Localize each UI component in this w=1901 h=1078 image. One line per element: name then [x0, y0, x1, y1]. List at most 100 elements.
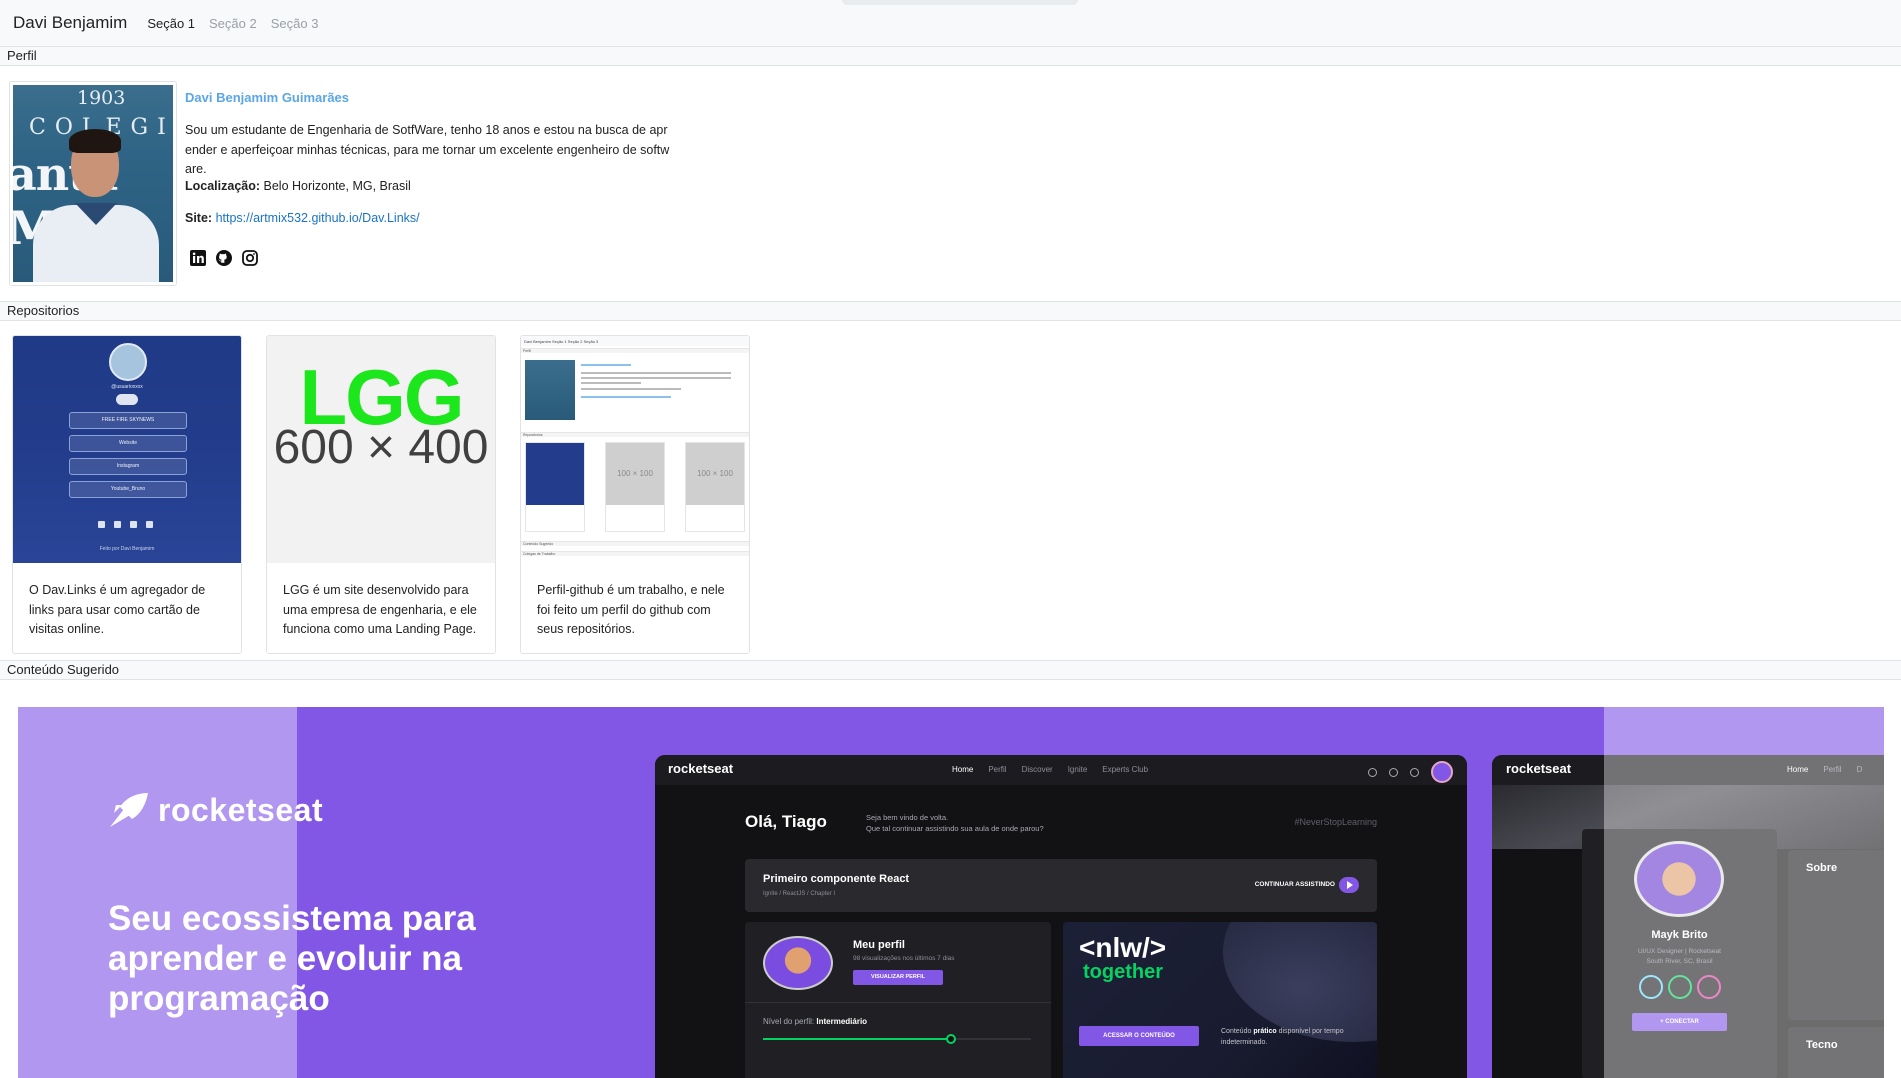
dashboard-welcome: Seja bem vindo de volta. Que tal continu… [866, 812, 1044, 834]
dashboard-nav-discover: Discover [1021, 765, 1053, 774]
thumb-mini-card [525, 442, 585, 532]
thumb-toggle [116, 394, 138, 405]
suggested-carousel[interactable]: rocketseat Seu ecossistema para aprender… [18, 707, 1884, 1078]
thumb-link-button: Instagram [69, 458, 187, 475]
thumb-link-button: Youtube_Bruno [69, 481, 187, 498]
instagram-icon[interactable] [241, 249, 258, 266]
thumb-mini-header: Colegas de Trabalho [521, 551, 749, 556]
section-header-perfil: Perfil [0, 46, 1901, 66]
thumb-link-button: FREE FIRE SKYNEWS [69, 412, 187, 429]
play-icon [1339, 877, 1359, 893]
thumb-icon [130, 521, 137, 528]
thumb-mini-header: Conteúdo Sugerido [521, 541, 749, 546]
profile-location: Localização: Belo Horizonte, MG, Brasil [185, 179, 411, 193]
nav-link-secao-1[interactable]: Seção 1 [147, 16, 195, 31]
search-icon [1368, 767, 1377, 777]
planet-graphic [1223, 922, 1377, 1042]
dashboard-nav-home: Home [952, 765, 974, 774]
dashboard-preview: rocketseat Home Perfil Discover Ignite E… [655, 755, 1467, 1078]
thumb-mini-placeholder: 100 × 100 [606, 443, 664, 505]
thumb-mini-nav: Davi Benjamim Seção 1 Seção 2 Seção 3 [521, 336, 749, 346]
carousel-next-control[interactable] [1604, 707, 1884, 1078]
profile-preview-logo: rocketseat [1506, 761, 1572, 776]
thumb-mini-line [581, 388, 681, 390]
profile-photo: 1903 COLEGIO anta Mar [9, 81, 177, 286]
repo-card-perfil-github[interactable]: Davi Benjamim Seção 1 Seção 2 Seção 3 Pe… [520, 335, 750, 654]
photo-year: 1903 [77, 87, 126, 109]
course-title: Primeiro componente React [763, 873, 910, 885]
repo-card-description: Perfil-github é um trabalho, e nele foi … [537, 583, 725, 636]
thumb-social-icons [98, 521, 153, 528]
nav-link-secao-2[interactable]: Seção 2 [209, 16, 257, 31]
access-content-button: ACESSAR O CONTEÚDO [1079, 1026, 1199, 1046]
navbar-brand[interactable]: Davi Benjamim [13, 13, 127, 33]
level-progress-fill [763, 1038, 951, 1040]
continue-label: CONTINUAR ASSISTINDO [1254, 881, 1335, 888]
thumb-mini-card: 100 × 100 [605, 442, 665, 532]
repo-card-lgg[interactable]: LGG 600 × 400 LGG é um site desenvolvido… [266, 335, 496, 654]
section-header-repositorios: Repositorios [0, 301, 1901, 321]
github-icon[interactable] [215, 249, 232, 266]
thumb-mini-line [581, 396, 671, 398]
course-breadcrumb: Ignite / ReactJS / Chapter I [763, 891, 836, 897]
thumb-mini-line [581, 377, 731, 379]
thumb-dimensions: 600 × 400 [273, 421, 489, 474]
thumb-username: @usuarioxxxx [111, 384, 143, 390]
thumb-mini-header: Perfil [521, 348, 749, 353]
profile-location-label: Localização: [185, 179, 261, 193]
repo-thumbnail-davlinks: @usuarioxxxx FREE FIRE SKYNEWS Website I… [13, 336, 241, 563]
thumb-mini-line [581, 364, 631, 366]
repo-thumbnail-perfil-github: Davi Benjamim Seção 1 Seção 2 Seção 3 Pe… [521, 336, 749, 563]
photo-person-hair [69, 129, 121, 153]
thumb-avatar [109, 343, 147, 381]
linkedin-icon[interactable] [189, 249, 206, 266]
repo-card-description: LGG é um site desenvolvido para uma empr… [283, 583, 477, 636]
carousel-prev-control[interactable] [18, 707, 297, 1078]
thumb-mini-line [581, 382, 641, 384]
thumb-mini-line [581, 372, 731, 374]
profile-level-value: Intermediário [816, 1017, 868, 1026]
profile-photo-image: 1903 COLEGIO anta Mar [13, 85, 173, 282]
my-profile-title: Meu perfil [853, 939, 905, 951]
level-progress-knob [945, 1034, 956, 1044]
profile-level-label: Nível do perfil: [763, 1017, 815, 1026]
level-progress-track [763, 1034, 1031, 1044]
profile-site-label: Site: [185, 211, 213, 225]
avatar [1431, 761, 1453, 783]
dashboard-greeting: Olá, Tiago [745, 812, 827, 831]
dashboard-course-card: Primeiro componente React Ignite / React… [745, 859, 1377, 912]
dashboard-nav-perfil: Perfil [988, 765, 1007, 774]
profile-site: Site: https://artmix532.github.io/Dav.Li… [185, 211, 420, 225]
dashboard-nav: Home Perfil Discover Ignite Experts Club [952, 765, 1148, 774]
window-notch [842, 0, 1078, 5]
dashboard-profile-card: Meu perfil 98 visualizações nos últimos … [745, 922, 1051, 1078]
profile-site-link[interactable]: https://artmix532.github.io/Dav.Links/ [216, 211, 420, 225]
thumb-footer: Feito por Davi Benjamim [99, 546, 155, 552]
thumb-mini-card-image [526, 443, 584, 505]
thumb-icon [114, 521, 121, 528]
dashboard-logo: rocketseat [668, 761, 734, 776]
profile-name: Davi Benjamim Guimarães [185, 90, 350, 105]
dashboard-nlw-card: <nlw/> together ACESSAR O CONTEÚDO Conte… [1063, 922, 1377, 1078]
navbar: Davi Benjamim Seção 1 Seção 2 Seção 3 [0, 0, 1901, 46]
social-links [189, 249, 258, 266]
dashboard-topbar-actions [1368, 761, 1453, 783]
nlw-note-pre: Conteúdo [1221, 1028, 1252, 1035]
section-header-conteudo-sugerido: Conteúdo Sugerido [0, 660, 1901, 680]
thumb-link-button: Website [69, 435, 187, 452]
thumb-mini-card: 100 × 100 [685, 442, 745, 532]
profile-avatar [763, 936, 833, 990]
dashboard-topbar: rocketseat Home Perfil Discover Ignite E… [655, 755, 1467, 785]
nav-link-secao-3[interactable]: Seção 3 [271, 16, 319, 31]
bell-icon [1410, 767, 1419, 777]
nlw-note-bold: prático [1253, 1028, 1277, 1035]
thumb-icon [146, 521, 153, 528]
repo-thumbnail-lgg: LGG 600 × 400 [267, 336, 495, 563]
profile-location-value: Belo Horizonte, MG, Brasil [263, 179, 411, 193]
repo-card-davlinks[interactable]: @usuarioxxxx FREE FIRE SKYNEWS Website I… [12, 335, 242, 654]
dashboard-hashtag: #NeverStopLearning [1294, 817, 1377, 827]
thumb-mini-header: Repositorios [521, 432, 749, 437]
profile-views: 98 visualizações nos últimos 7 dias [853, 955, 955, 962]
thumb-icon [98, 521, 105, 528]
thumb-mini-photo [525, 360, 575, 420]
